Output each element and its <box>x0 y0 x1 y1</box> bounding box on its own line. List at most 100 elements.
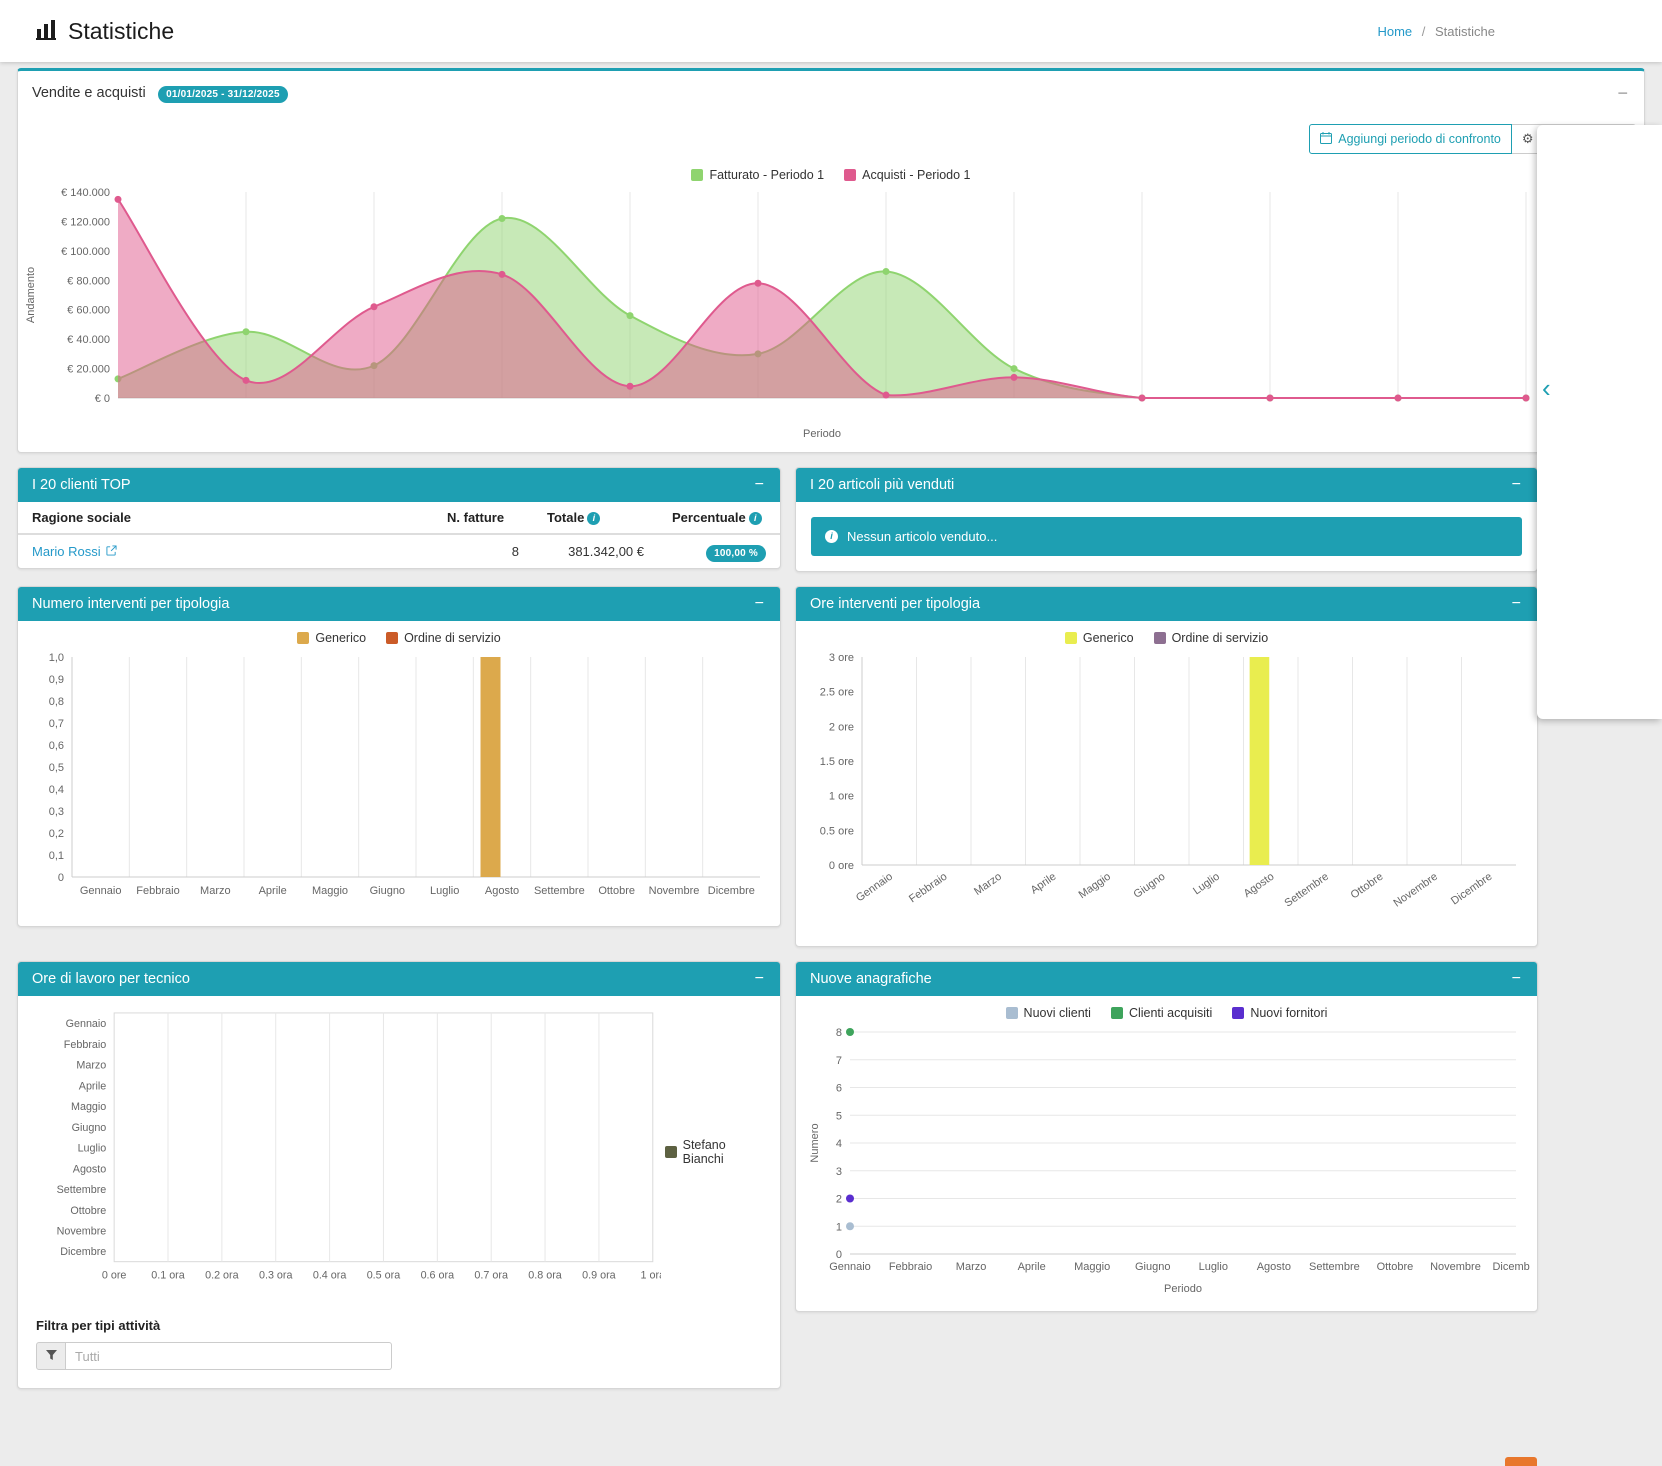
collapse-button[interactable]: − <box>1510 477 1523 493</box>
numero-chart-legend: Generico Ordine di servizio <box>26 627 772 649</box>
period-toolbar: Aggiungi periodo di confronto ⚙ Gestisci… <box>18 124 1636 154</box>
chart-text: Aprile <box>1018 1261 1046 1273</box>
chart-circle <box>499 271 506 278</box>
legend-item[interactable]: Clienti acquisiti <box>1111 1006 1212 1020</box>
chart-text: Periodo <box>803 428 841 440</box>
chart-text: Agosto <box>1242 871 1277 900</box>
chart-text: Novembre <box>649 885 700 897</box>
collapse-button[interactable]: − <box>753 971 766 987</box>
collapse-button[interactable]: − <box>1510 596 1523 612</box>
collapse-button[interactable]: − <box>753 596 766 612</box>
chart-text: 0,8 <box>49 696 64 708</box>
chart-text: 0,6 <box>49 740 64 752</box>
legend-item[interactable]: Generico <box>1065 631 1134 645</box>
chart-text: 0,1 <box>49 850 64 862</box>
table-header-row: Ragione sociale N. fatture Totalei Perce… <box>18 502 780 534</box>
breadcrumb-home-link[interactable]: Home <box>1377 24 1412 39</box>
chart-text: Maggio <box>312 885 348 897</box>
chart-text: 0.5 ora <box>367 1269 401 1281</box>
chart-text: 2 ore <box>829 721 854 733</box>
chart-text: 0 ore <box>829 860 854 872</box>
legend-swatch <box>1111 1007 1123 1019</box>
add-period-label: Aggiungi periodo di confronto <box>1338 132 1501 146</box>
chart-text: 8 <box>836 1027 842 1039</box>
legend-swatch <box>1006 1007 1018 1019</box>
legend-label: Generico <box>1083 631 1134 645</box>
chart-circle <box>1523 395 1530 402</box>
chart-text: Novembre <box>1430 1261 1481 1273</box>
chart-rect <box>1250 657 1270 865</box>
row-bottom: Ore di lavoro per tecnico − 0 ore0.1 ora… <box>17 961 1645 1389</box>
chart-rect <box>481 657 501 877</box>
collapse-button[interactable]: − <box>1615 84 1630 102</box>
chart-text: € 0 <box>95 393 110 405</box>
column-totale-label: Totale <box>547 510 584 525</box>
legend-item[interactable]: Acquisti - Periodo 1 <box>844 168 970 182</box>
chart-text: Dicembre <box>708 885 755 897</box>
chart-text: 6 <box>836 1083 842 1095</box>
row-top-lists: I 20 clienti TOP − Ragione sociale N. fa… <box>17 467 1645 572</box>
percent-badge: 100,00 % <box>706 545 766 562</box>
panel-title: I 20 articoli più venduti <box>810 477 954 493</box>
legend-item[interactable]: Generico <box>297 631 366 645</box>
collapse-button[interactable]: − <box>753 477 766 493</box>
panel-ore-interventi-header: Ore interventi per tipologia − <box>796 587 1537 621</box>
legend-swatch <box>1232 1007 1244 1019</box>
drawer-toggle-chevron[interactable]: ‹ <box>1542 375 1551 401</box>
client-link[interactable]: Mario Rossi <box>32 544 117 559</box>
legend-swatch <box>297 632 309 644</box>
legend-item[interactable]: Stefano Bianchi <box>665 1138 768 1166</box>
external-link-icon <box>106 544 117 559</box>
column-percentuale: Percentualei <box>658 502 780 534</box>
chart-text: 0.8 ora <box>528 1269 562 1281</box>
ore-interventi-chart-body: GenericoOrdine di servizio 0 ore0.5 ore1… <box>796 621 1537 946</box>
panel-articoli-venduti: I 20 articoli più venduti − i Nessun art… <box>795 467 1538 572</box>
add-period-button[interactable]: Aggiungi periodo di confronto <box>1309 124 1512 154</box>
panel-title: I 20 clienti TOP <box>32 477 131 493</box>
chart-text: 0,9 <box>49 674 64 686</box>
legend-swatch <box>1154 632 1166 644</box>
activity-filter-input[interactable] <box>66 1342 392 1370</box>
chart-circle <box>243 377 250 384</box>
chart-text: 0.9 ora <box>582 1269 616 1281</box>
client-name: Mario Rossi <box>32 544 101 559</box>
chart-text: € 120.000 <box>61 216 110 228</box>
legend-item[interactable]: Fatturato - Periodo 1 <box>691 168 824 182</box>
column-percentuale-label: Percentuale <box>672 510 746 525</box>
empty-articles-alert: i Nessun articolo venduto... <box>811 517 1522 556</box>
panel-numero-interventi: Numero interventi per tipologia − Generi… <box>17 586 781 927</box>
chart-text: Dicembre <box>1492 1261 1530 1273</box>
chart-text: Settembre <box>1283 871 1331 910</box>
chart-text: 0 <box>836 1249 842 1261</box>
chart-text: Gennaio <box>854 871 895 905</box>
panel-nuove-anagrafiche: Nuove anagrafiche − Nuovi clientiClienti… <box>795 961 1538 1312</box>
table-row: Mario Rossi 8 381.342,00 € 100,00 % <box>18 534 780 568</box>
chart-text: 0.4 ora <box>313 1269 347 1281</box>
chart-circle <box>1011 365 1018 372</box>
collapse-button[interactable]: − <box>1510 971 1523 987</box>
panel-numero-header: Numero interventi per tipologia − <box>18 587 780 621</box>
info-icon[interactable]: i <box>587 512 600 525</box>
chart-text: 0,2 <box>49 828 64 840</box>
legend-label: Generico <box>315 631 366 645</box>
app-root: Statistiche Home / Statistiche Vendite e… <box>0 0 1662 1389</box>
chart-circle <box>883 268 890 275</box>
filter-button[interactable] <box>36 1342 66 1370</box>
legend-item[interactable]: Nuovi fornitori <box>1232 1006 1327 1020</box>
topbar: Statistiche Home / Statistiche <box>0 0 1662 62</box>
legend-swatch <box>665 1146 677 1158</box>
legend-item[interactable]: Ordine di servizio <box>1154 631 1269 645</box>
chart-text: 0,4 <box>49 784 64 796</box>
chart-text: Andamento <box>25 267 37 323</box>
info-icon[interactable]: i <box>749 512 762 525</box>
chart-path <box>118 199 1526 398</box>
legend-item[interactable]: Ordine di servizio <box>386 631 501 645</box>
ore-lavoro-chart: 0 ore0.1 ora0.2 ora0.3 ora0.4 ora0.5 ora… <box>26 1002 661 1302</box>
chart-text: Numero <box>809 1123 821 1162</box>
chart-text: Luglio <box>430 885 459 897</box>
chart-text: Ottobre <box>1377 1261 1414 1273</box>
chart-text: 0.3 ora <box>259 1269 293 1281</box>
legend-item[interactable]: Nuovi clienti <box>1006 1006 1091 1020</box>
chart-text: 1 ora <box>641 1269 661 1281</box>
bottom-action-sliver[interactable] <box>1505 1457 1537 1466</box>
